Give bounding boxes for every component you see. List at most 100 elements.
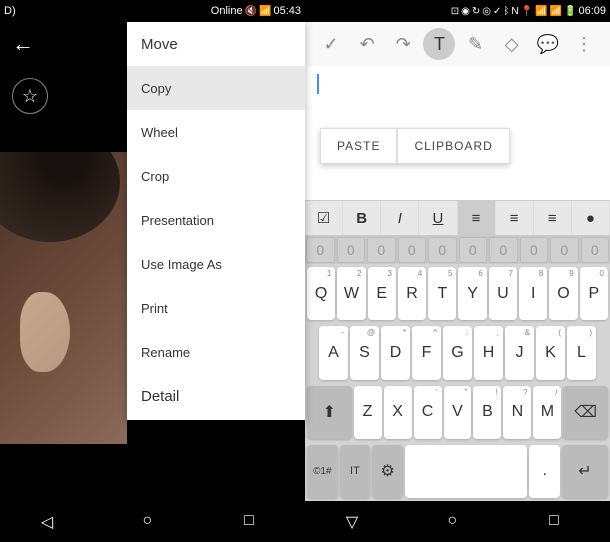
number-row: 0000000000 [305, 236, 610, 264]
num-key[interactable]: 0 [489, 237, 518, 263]
key-j[interactable]: J& [505, 326, 534, 379]
key-a[interactable]: A- [319, 326, 348, 379]
symbols-key[interactable]: ©1# [307, 445, 338, 498]
paste-button[interactable]: PASTE [320, 128, 397, 164]
target-icon: ◎ [482, 6, 491, 17]
underline-button[interactable]: U [419, 201, 457, 235]
menu-item-detail[interactable]: Detail [127, 374, 305, 418]
shift-key[interactable]: ⬆ [307, 386, 352, 439]
menu-item-wheel[interactable]: Wheel [127, 110, 305, 154]
left-time-label: 05:43 [273, 5, 301, 17]
language-key[interactable]: IT [340, 445, 371, 498]
star-icon: ☆ [22, 86, 38, 107]
key-p[interactable]: P0 [580, 267, 608, 320]
nav-back-button[interactable]: ◁ [41, 512, 61, 532]
undo-button[interactable]: ↶ [351, 28, 383, 60]
confirm-button[interactable]: ✓ [315, 28, 347, 60]
menu-item-crop[interactable]: Crop [127, 154, 305, 198]
key-q[interactable]: Q1 [307, 267, 335, 320]
key-z[interactable]: Z [354, 386, 382, 439]
bluetooth-icon: ᛒ [503, 6, 509, 17]
key-w[interactable]: W2 [337, 267, 365, 320]
italic-button[interactable]: I [381, 201, 419, 235]
bullet-button[interactable]: ● [572, 201, 610, 235]
navigation-bar: ◁ ○ □ ▽ ○ □ [0, 501, 610, 542]
key-d[interactable]: D* [381, 326, 410, 379]
align-right-button[interactable]: ≡ [534, 201, 572, 235]
nav-home-button-2[interactable]: ○ [447, 512, 467, 532]
key-e[interactable]: E3 [368, 267, 396, 320]
num-key[interactable]: 0 [520, 237, 549, 263]
bold-button[interactable]: B [343, 201, 381, 235]
online-label: Online [211, 5, 243, 17]
num-key[interactable]: 0 [337, 237, 366, 263]
signal-icon: 📶 [259, 6, 271, 17]
key-h[interactable]: H; [474, 326, 503, 379]
check-icon: ✓ [493, 6, 501, 17]
context-menu: Move Copy Wheel Crop Presentation Use Im… [127, 22, 305, 420]
back-button[interactable]: ← [12, 31, 34, 57]
key-k[interactable]: K( [536, 326, 565, 379]
key-v[interactable]: V" [444, 386, 472, 439]
key-o[interactable]: O9 [549, 267, 577, 320]
wifi-icon: 📶 [535, 6, 547, 17]
signal-icon: 📶 [550, 6, 562, 17]
menu-item-copy[interactable]: Copy [127, 66, 305, 110]
key-x[interactable]: X [384, 386, 412, 439]
key-c[interactable]: C' [414, 386, 442, 439]
key-y[interactable]: Y6 [458, 267, 486, 320]
settings-key[interactable]: ⚙ [372, 445, 403, 498]
nav-home-button[interactable]: ○ [142, 512, 162, 532]
more-button[interactable]: ⋮ [568, 28, 600, 60]
text-tool-button[interactable]: T [423, 28, 455, 60]
key-s[interactable]: S@ [350, 326, 379, 379]
period-key[interactable]: . [529, 445, 560, 498]
key-g[interactable]: G: [443, 326, 472, 379]
paste-popup: PASTE CLIPBOARD [320, 128, 510, 164]
eraser-tool-button[interactable]: ◇ [496, 28, 528, 60]
key-n[interactable]: N? [503, 386, 531, 439]
editor-toolbar: ✓ ↶ ↷ T ✎ ◇ 💬 ⋮ [305, 22, 610, 66]
sync-icon: ↻ [472, 6, 480, 17]
menu-item-presentation[interactable]: Presentation [127, 198, 305, 242]
key-l[interactable]: L) [567, 326, 596, 379]
nav-down-button[interactable]: ▽ [346, 512, 366, 532]
pen-tool-button[interactable]: ✎ [460, 28, 492, 60]
menu-item-rename[interactable]: Rename [127, 330, 305, 374]
key-row-1: Q1W2E3R4T5Y6U7I8O9P0 [305, 264, 610, 323]
key-t[interactable]: T5 [428, 267, 456, 320]
nav-recent-button[interactable]: □ [244, 512, 264, 532]
format-toolbar: ☑ B I U ≡ ≡ ≡ ● [305, 200, 610, 236]
num-key[interactable]: 0 [398, 237, 427, 263]
menu-item-move[interactable]: Move [127, 22, 305, 66]
clipboard-button[interactable]: CLIPBOARD [397, 128, 509, 164]
redo-button[interactable]: ↷ [387, 28, 419, 60]
key-r[interactable]: R4 [398, 267, 426, 320]
favorite-button[interactable]: ☆ [12, 78, 48, 114]
enter-key[interactable]: ↵ [562, 445, 608, 498]
num-key[interactable]: 0 [428, 237, 457, 263]
num-key[interactable]: 0 [581, 237, 610, 263]
checklist-button[interactable]: ☑ [305, 201, 343, 235]
nfc-icon: N [511, 6, 518, 17]
location-icon: 📍 [521, 6, 533, 17]
photo-preview[interactable] [0, 152, 127, 444]
menu-item-print[interactable]: Print [127, 286, 305, 330]
key-m[interactable]: M/ [533, 386, 561, 439]
align-center-button[interactable]: ≡ [496, 201, 534, 235]
num-key[interactable]: 0 [459, 237, 488, 263]
align-left-button[interactable]: ≡ [458, 201, 496, 235]
menu-item-use-image-as[interactable]: Use Image As [127, 242, 305, 286]
num-key[interactable]: 0 [306, 237, 335, 263]
nav-recent-button-2[interactable]: □ [549, 512, 569, 532]
key-f[interactable]: F^ [412, 326, 441, 379]
key-b[interactable]: B! [473, 386, 501, 439]
key-i[interactable]: I8 [519, 267, 547, 320]
comment-button[interactable]: 💬 [532, 28, 564, 60]
backspace-key[interactable]: ⌫ [563, 386, 608, 439]
key-u[interactable]: U7 [489, 267, 517, 320]
num-key[interactable]: 0 [367, 237, 396, 263]
battery-icon: 🔋 [564, 6, 576, 17]
num-key[interactable]: 0 [550, 237, 579, 263]
space-key[interactable] [405, 445, 528, 498]
